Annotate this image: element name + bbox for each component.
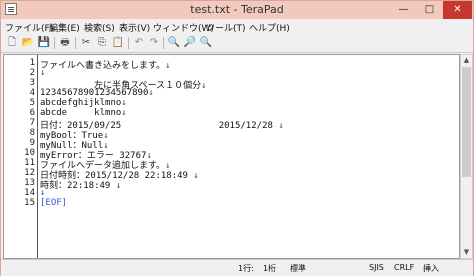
- print-icon[interactable]: 🖶: [58, 36, 72, 50]
- maximize-button[interactable]: □: [416, 1, 443, 19]
- status-bar: 1行: 1桁 標準 SJIS CRLF 挿入: [1, 259, 473, 276]
- line-number: 4: [29, 88, 35, 98]
- menu-view[interactable]: 表示(V): [119, 21, 150, 34]
- line-number: 2: [29, 68, 35, 78]
- line-number: 1: [29, 58, 35, 68]
- text-line[interactable]: ↓: [40, 68, 45, 78]
- toolbar-separator: [75, 37, 76, 49]
- line-number: 12: [24, 168, 35, 178]
- menu-help[interactable]: ヘルプ(H): [249, 21, 290, 34]
- toolbar-separator: [54, 37, 55, 49]
- status-insert-mode[interactable]: 挿入: [423, 263, 439, 274]
- menu-bar: ファイル(F) 編集(E) 検索(S) 表示(V) ウィンドウ(W) ツール(T…: [1, 19, 473, 34]
- text-line[interactable]: abcdefghijklmno↓: [40, 98, 127, 108]
- copy-icon[interactable]: ⎘: [95, 36, 109, 50]
- line-number: 10: [24, 148, 35, 158]
- cut-icon[interactable]: ✂: [79, 36, 93, 50]
- text-line[interactable]: ↓: [40, 188, 45, 198]
- toolbar: 🗋 📂 💾 🖶 ✂ ⎘ 📋 ↶ ↷ 🔍 🔎 🔍: [1, 34, 473, 53]
- line-number-gutter: 1 2 3 4 5 6 7 8 9 10 11 12 13 14 15: [4, 55, 38, 258]
- line-number: 13: [24, 178, 35, 188]
- eof-marker: [EOF]: [40, 198, 68, 208]
- find-icon[interactable]: 🔍: [167, 36, 181, 50]
- line-number: 11: [24, 158, 35, 168]
- line-number: 3: [29, 78, 35, 88]
- toolbar-separator: [128, 37, 129, 49]
- text-line[interactable]: 時刻：22:18:49 ↓: [40, 178, 121, 191]
- vertical-scrollbar[interactable]: ▲ ▼: [460, 54, 473, 259]
- status-newline[interactable]: CRLF: [394, 263, 414, 272]
- scroll-up-arrow-icon[interactable]: ▲: [461, 55, 472, 66]
- line-number: 6: [29, 108, 35, 118]
- line-number: 9: [29, 138, 35, 148]
- menu-tools[interactable]: ツール(T): [206, 21, 246, 34]
- save-icon[interactable]: 💾: [37, 36, 51, 50]
- line-number: 15: [24, 198, 35, 208]
- status-column: 1桁: [263, 264, 277, 273]
- redo-icon[interactable]: ↷: [147, 36, 161, 50]
- menu-search[interactable]: 検索(S): [84, 21, 115, 34]
- open-folder-icon[interactable]: 📂: [21, 36, 35, 50]
- line-number: 8: [29, 128, 35, 138]
- line-number: 14: [24, 188, 35, 198]
- text-line[interactable]: 12345678901234567890↓: [40, 88, 154, 98]
- minimize-button[interactable]: —: [390, 1, 417, 19]
- status-line: 1行:: [238, 264, 254, 273]
- title-bar[interactable]: test.txt - TeraPad — □ ✕: [1, 1, 473, 19]
- undo-icon[interactable]: ↶: [132, 36, 146, 50]
- paste-icon[interactable]: 📋: [111, 36, 125, 50]
- close-button[interactable]: ✕: [443, 1, 472, 19]
- new-file-icon[interactable]: 🗋: [5, 36, 19, 50]
- line-number: 7: [29, 118, 35, 128]
- scroll-thumb[interactable]: [462, 67, 471, 177]
- status-mode: 標準: [290, 264, 306, 273]
- text-editor[interactable]: 1 2 3 4 5 6 7 8 9 10 11 12 13 14 15 ファイル…: [3, 54, 460, 259]
- find-prev-icon[interactable]: 🔍: [199, 36, 213, 50]
- find-next-icon[interactable]: 🔎: [183, 36, 197, 50]
- text-line[interactable]: ファイルへ書き込みをします。↓: [40, 58, 171, 71]
- menu-file[interactable]: ファイル(F): [5, 21, 53, 34]
- menu-window[interactable]: ウィンドウ(W): [153, 21, 214, 34]
- menu-edit[interactable]: 編集(E): [49, 21, 80, 34]
- text-line[interactable]: abcde klmno↓: [40, 108, 127, 118]
- scroll-down-arrow-icon[interactable]: ▼: [461, 247, 472, 258]
- line-number: 5: [29, 98, 35, 108]
- toolbar-separator: [163, 37, 164, 49]
- app-window: test.txt - TeraPad — □ ✕ ファイル(F) 編集(E) 検…: [0, 0, 474, 276]
- status-encoding[interactable]: SJIS: [369, 263, 384, 272]
